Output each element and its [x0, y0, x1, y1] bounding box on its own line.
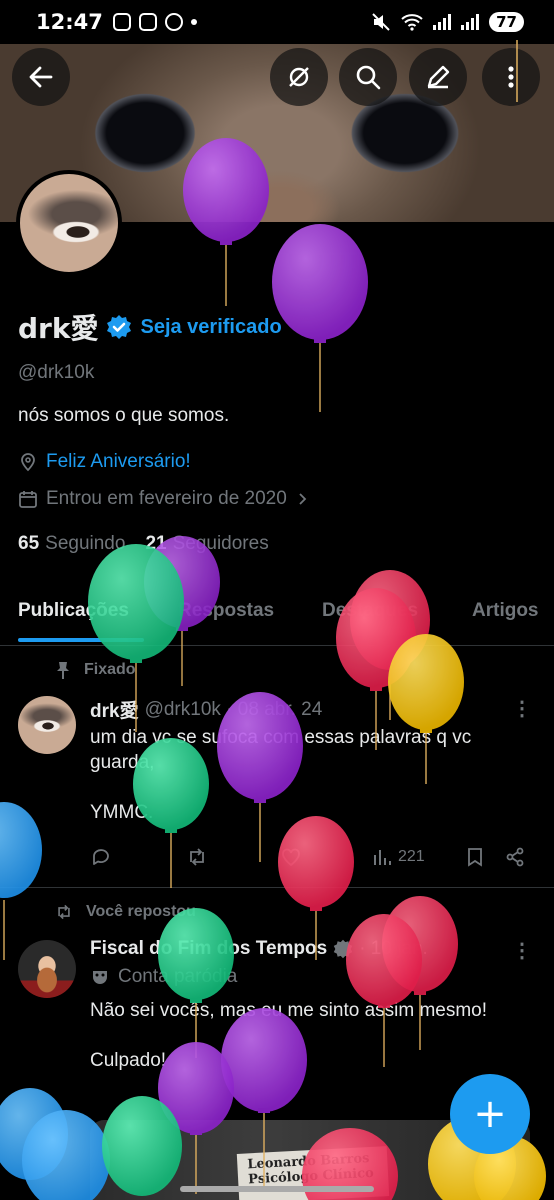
post-text[interactable]: um dia vc se sufoca com essas palavras q… [90, 725, 530, 825]
tab-articles[interactable]: Artigos [472, 590, 539, 632]
views-count: 221 [398, 848, 425, 865]
ifood-icon [138, 13, 157, 31]
more-notifications-icon [190, 19, 197, 25]
signal-icon [433, 14, 452, 30]
instagram-icon [112, 13, 131, 31]
avatar[interactable] [18, 696, 76, 754]
birthday-row: Feliz Aniversário! [18, 451, 191, 473]
parody-label-row: Conta paródia [90, 966, 237, 988]
post-author[interactable]: Fiscal do Fim dos Tempos [90, 938, 327, 960]
back-button[interactable] [12, 48, 70, 106]
post-text[interactable]: Não sei vocês, mas eu me sinto assim mes… [90, 998, 530, 1073]
verified-badge-icon [333, 939, 353, 959]
profile-bio: nós somos o que somos. [18, 405, 230, 426]
tab-replies[interactable]: Respostas [178, 590, 274, 632]
plus-icon: + [473, 1091, 507, 1137]
post-more-button[interactable]: ⋮ [512, 696, 532, 721]
balloon [272, 224, 368, 412]
wifi-icon [401, 14, 423, 31]
analytics-icon [374, 850, 391, 865]
post-actions: 221 [90, 846, 530, 874]
pinned-label: Fixado [84, 661, 136, 678]
tab-posts[interactable]: Publicações [18, 590, 129, 632]
post-more-button[interactable]: ⋮ [512, 938, 532, 963]
mask-icon [93, 971, 107, 984]
following-link[interactable]: 65 Seguindo [18, 533, 125, 555]
whatsapp-icon [164, 13, 183, 31]
avatar[interactable] [18, 940, 76, 998]
pin-icon [57, 662, 69, 679]
verified-badge-icon[interactable] [106, 314, 132, 340]
birthday-link[interactable]: Feliz Aniversário! [46, 451, 191, 473]
grok-icon [289, 67, 309, 87]
signal-icon-2 [461, 14, 480, 30]
repost-label: Você repostou [86, 903, 196, 920]
joined-row[interactable]: Entrou em fevereiro de 2020 [18, 488, 309, 510]
post-author[interactable]: drk愛 [90, 696, 139, 723]
following-label: Seguindo [45, 533, 126, 554]
bookmark-button[interactable] [464, 846, 486, 868]
grok-button[interactable] [270, 48, 328, 106]
share-icon [506, 847, 524, 867]
gesture-nav-bar[interactable] [180, 1186, 374, 1192]
post-divider [0, 887, 554, 888]
tab-highlights[interactable]: Destaques [322, 590, 418, 632]
mute-icon [372, 13, 390, 31]
followers-link[interactable]: 21 Seguidores [145, 533, 268, 555]
repost-context: Você repostou [54, 903, 196, 921]
repost-button[interactable] [186, 846, 208, 868]
clock: 12:47 [36, 10, 103, 34]
joined-date: Entrou em fevereiro de 2020 [46, 488, 287, 509]
bookmark-icon [468, 848, 482, 867]
post-meta[interactable]: · 10 jan. [359, 938, 428, 960]
reply-button[interactable] [90, 846, 112, 868]
chevron-right-icon [299, 493, 307, 505]
repost-icon [190, 848, 204, 866]
parody-label: Conta paródia [118, 966, 238, 987]
heart-icon [282, 848, 300, 867]
profile-handle: @drk10k [18, 362, 95, 383]
more-options-button[interactable] [482, 48, 540, 106]
search-icon [356, 65, 381, 90]
active-tab-indicator [18, 638, 144, 642]
pencil-icon [427, 65, 450, 89]
status-bar: 12:47 77 [0, 0, 554, 44]
battery-indicator: 77 [489, 12, 524, 32]
notification-icons [112, 13, 197, 31]
location-pin-icon [21, 453, 35, 472]
views-button[interactable]: 221 [372, 846, 425, 868]
balloon [0, 1088, 68, 1180]
reply-icon [93, 849, 109, 865]
get-verified-link[interactable]: Seja verificado [140, 316, 281, 339]
followers-count: 21 [145, 533, 167, 554]
repost-icon [58, 904, 70, 920]
followers-label: Seguidores [172, 533, 269, 554]
like-button[interactable] [280, 846, 302, 868]
pinned-context: Fixado [54, 660, 136, 680]
profile-avatar[interactable] [16, 170, 122, 276]
profile-name: drk愛 [18, 312, 99, 345]
following-count: 65 [18, 533, 40, 554]
follow-stats: 65 Seguindo 21 Seguidores [18, 533, 269, 555]
balloon [0, 802, 42, 960]
more-vertical-icon [508, 66, 514, 88]
share-button[interactable] [504, 846, 526, 868]
calendar-icon [19, 491, 37, 508]
compose-button[interactable]: + [450, 1074, 530, 1154]
post-header: Fiscal do Fim dos Tempos · 10 jan. [90, 938, 428, 960]
post-header: drk愛 @drk10k · 08 abr. 24 [90, 696, 322, 723]
post-meta[interactable]: @drk10k · 08 abr. 24 [145, 699, 323, 721]
arrow-left-icon [29, 66, 53, 88]
search-button[interactable] [339, 48, 397, 106]
edit-profile-button[interactable] [409, 48, 467, 106]
